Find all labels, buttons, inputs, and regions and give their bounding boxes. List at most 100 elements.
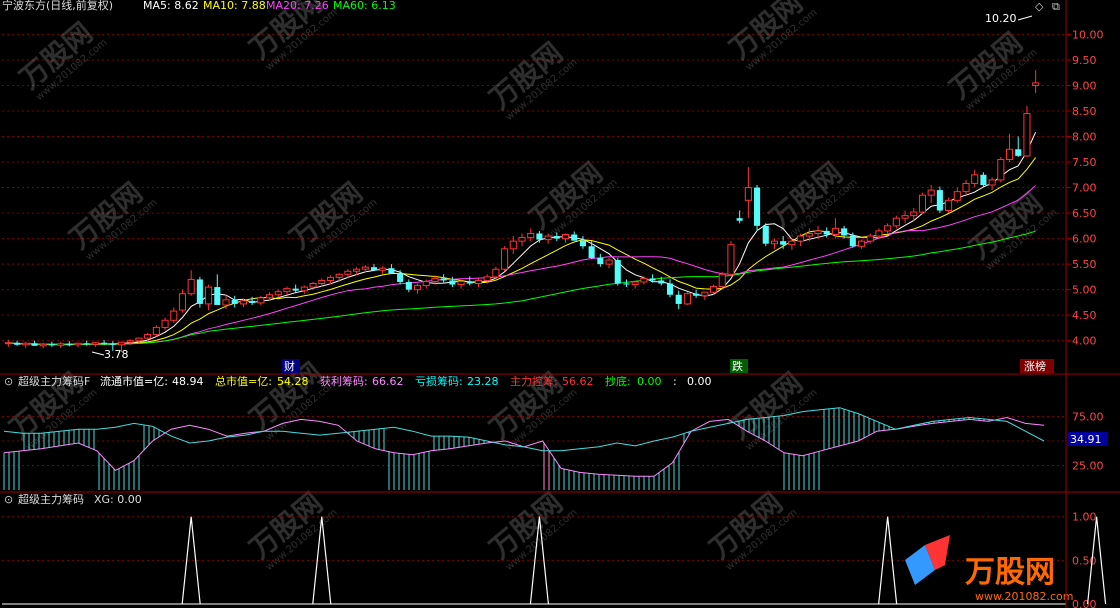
candle[interactable] <box>527 228 535 242</box>
candle[interactable] <box>66 341 73 347</box>
candle[interactable] <box>936 186 943 214</box>
candle[interactable] <box>1015 136 1022 157</box>
ma60-label: MA60: 6.13 <box>333 0 396 12</box>
candle[interactable] <box>518 233 526 247</box>
candle[interactable] <box>501 246 509 272</box>
die-marker[interactable]: 跌 <box>732 359 743 373</box>
candle[interactable] <box>397 270 404 285</box>
candle[interactable] <box>953 187 961 203</box>
cai-marker[interactable]: 财 <box>284 359 295 373</box>
expand-icon[interactable]: ⧉ <box>1052 0 1060 13</box>
candle[interactable] <box>693 289 700 298</box>
candle[interactable] <box>74 342 82 348</box>
candle[interactable] <box>178 289 187 313</box>
candle[interactable] <box>83 340 90 346</box>
candle[interactable] <box>466 276 473 286</box>
candle[interactable] <box>701 291 709 300</box>
candle[interactable] <box>988 177 996 191</box>
candle[interactable] <box>588 241 595 260</box>
panel3-collapse-icon[interactable]: ⊙ <box>4 493 13 506</box>
candle[interactable] <box>57 342 65 348</box>
candle[interactable] <box>509 236 517 254</box>
candle-body <box>988 179 996 186</box>
zhangbang-marker[interactable]: 涨榜 <box>1024 359 1046 373</box>
candle[interactable] <box>945 197 953 214</box>
candle[interactable] <box>335 273 343 282</box>
candle-body <box>22 342 30 346</box>
candle[interactable] <box>205 284 213 311</box>
candle[interactable] <box>449 276 456 288</box>
candle[interactable] <box>997 156 1005 183</box>
candle[interactable] <box>1023 105 1031 157</box>
panel2-item-value: 66.62 <box>372 375 404 388</box>
candle[interactable] <box>980 172 987 188</box>
panel2-collapse-icon[interactable]: ⊙ <box>4 375 13 388</box>
candle-body <box>945 199 953 212</box>
candle[interactable] <box>971 169 979 188</box>
candle-body <box>135 337 143 342</box>
candle[interactable] <box>744 167 752 219</box>
candle[interactable] <box>214 274 221 305</box>
candle[interactable] <box>283 286 291 295</box>
candle[interactable] <box>561 233 570 243</box>
candle-body <box>857 240 866 247</box>
candle[interactable] <box>631 280 639 289</box>
candle[interactable] <box>623 279 630 288</box>
candle[interactable] <box>300 285 308 294</box>
candle[interactable] <box>727 241 735 277</box>
candle[interactable] <box>170 307 178 323</box>
candle[interactable] <box>187 270 195 296</box>
candle[interactable] <box>4 339 12 347</box>
candle[interactable] <box>22 341 30 348</box>
candle[interactable] <box>196 276 203 308</box>
candle[interactable] <box>571 231 578 241</box>
candle[interactable] <box>683 292 691 305</box>
candle[interactable] <box>736 210 743 224</box>
candle-body <box>770 240 779 245</box>
candle[interactable] <box>31 340 38 346</box>
candle[interactable] <box>379 266 387 275</box>
candle[interactable] <box>718 271 726 289</box>
candle-body <box>309 283 317 288</box>
candle[interactable] <box>14 340 21 346</box>
candle[interactable] <box>754 185 761 231</box>
candle[interactable] <box>388 264 395 274</box>
candle[interactable] <box>440 274 447 284</box>
candle[interactable] <box>640 276 648 285</box>
diamond-icon[interactable]: ◇ <box>1035 0 1044 13</box>
candle[interactable] <box>1005 133 1014 163</box>
candle[interactable] <box>901 210 909 224</box>
candle[interactable] <box>413 283 422 294</box>
candle[interactable] <box>48 341 55 347</box>
candle[interactable] <box>918 192 927 215</box>
candle[interactable] <box>770 238 779 249</box>
candle[interactable] <box>152 325 160 337</box>
candle-body <box>361 266 369 270</box>
candle[interactable] <box>605 257 613 269</box>
candle[interactable] <box>39 342 47 349</box>
candle[interactable] <box>292 284 299 293</box>
candle[interactable] <box>666 279 674 298</box>
candle[interactable] <box>231 295 238 308</box>
candle-body <box>527 232 535 239</box>
candle[interactable] <box>579 236 586 249</box>
candle[interactable] <box>857 239 866 249</box>
candle[interactable] <box>884 223 892 234</box>
candle[interactable] <box>762 223 769 247</box>
candle[interactable] <box>405 279 412 293</box>
candle[interactable] <box>614 257 621 286</box>
candle-body <box>66 343 73 345</box>
candle[interactable] <box>962 179 970 196</box>
candle[interactable] <box>675 290 682 310</box>
candle-body <box>39 343 47 347</box>
candle[interactable] <box>597 253 604 267</box>
candle[interactable] <box>1032 70 1040 94</box>
candle[interactable] <box>91 342 99 347</box>
brand-logo-url: www.201082.com <box>975 590 1073 603</box>
candle[interactable] <box>370 264 378 272</box>
candle[interactable] <box>892 215 900 229</box>
candle-body <box>283 288 291 293</box>
candle[interactable] <box>161 317 169 331</box>
candle[interactable] <box>474 278 483 288</box>
candle-body <box>318 279 326 285</box>
